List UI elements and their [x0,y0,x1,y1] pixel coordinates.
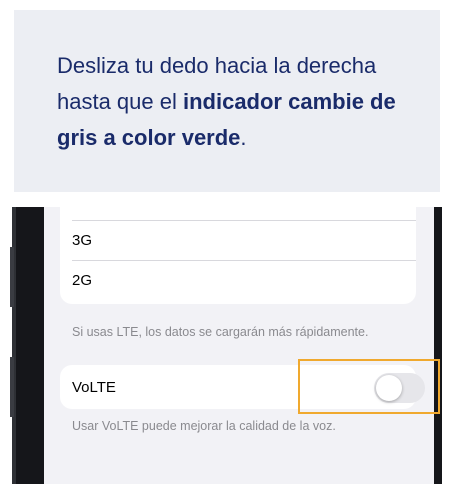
instruction-card: Desliza tu dedo hacia la derecha hasta q… [14,10,440,192]
network-options-group: 3G 2G [60,207,416,304]
divider [72,260,416,261]
volume-button [10,247,14,307]
volte-footer-note: Usar VoLTE puede mejorar la calidad de l… [72,419,336,433]
instruction-period: . [240,125,247,150]
lte-footer-note: Si usas LTE, los datos se cargarán más r… [72,325,369,339]
settings-screen: 3G 2G Si usas LTE, los datos se cargarán… [44,207,434,484]
volte-label: VoLTE [72,379,116,396]
highlight-box [298,359,440,414]
option-2g[interactable]: 2G [72,272,92,289]
option-3g[interactable]: 3G [72,232,92,249]
divider [72,220,416,221]
volume-button [10,357,14,417]
